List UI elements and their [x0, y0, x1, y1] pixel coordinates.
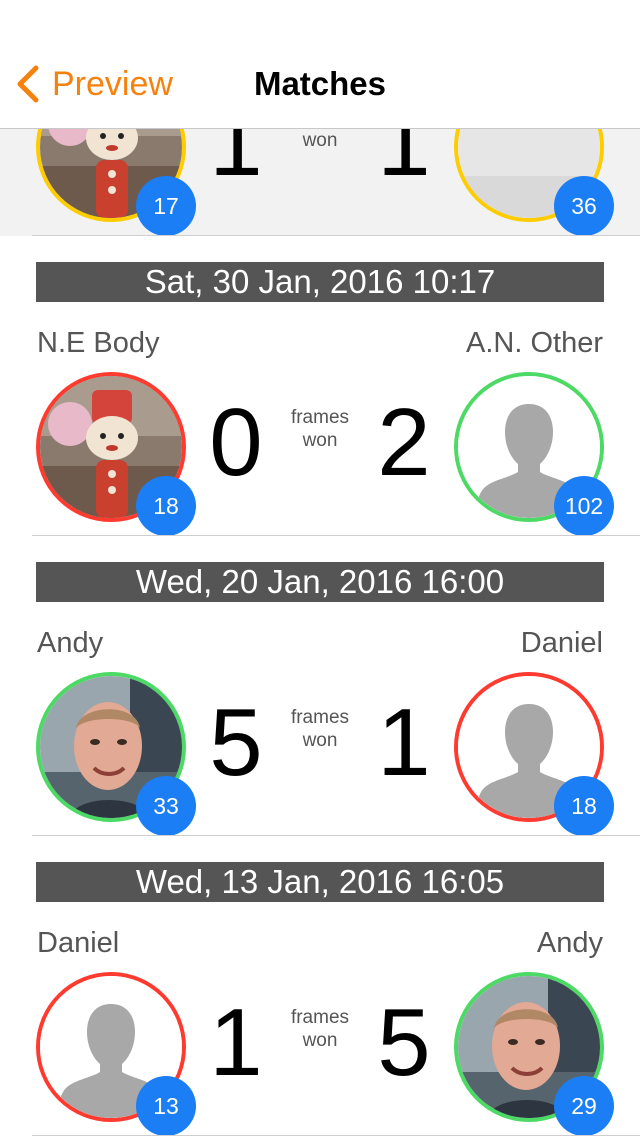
- left-player-score: 1: [209, 989, 263, 1096]
- match-row[interactable]: Wed, 20 Jan, 2016 16:00 Andy Daniel 33 5…: [0, 536, 640, 836]
- right-player-name: Andy: [536, 927, 603, 959]
- frames-won-label: frames won: [290, 1007, 350, 1051]
- match-date: Wed, 13 Jan, 2016 16:05: [36, 862, 604, 902]
- rating-badge: 29: [554, 1076, 614, 1136]
- left-player-avatar[interactable]: 33: [36, 672, 196, 836]
- left-player-name: Andy: [37, 627, 104, 659]
- matches-screen: 1 frames won 1 17 36 Sat, 30 Jan, 2016 1…: [0, 0, 640, 1136]
- match-date: Sat, 30 Jan, 2016 10:17: [36, 262, 604, 302]
- right-player-name: A.N. Other: [466, 327, 603, 359]
- rating-badge: 36: [554, 176, 614, 236]
- rating-badge: 102: [554, 476, 614, 536]
- left-player-avatar[interactable]: 13: [36, 972, 196, 1136]
- page-title: Matches: [253, 65, 387, 102]
- rating-badge: 13: [136, 1076, 196, 1136]
- match-row[interactable]: Sat, 30 Jan, 2016 10:17 N.E Body A.N. Ot…: [0, 236, 640, 536]
- left-player-score: 0: [209, 389, 263, 496]
- rating-badge: 17: [136, 176, 196, 236]
- right-player-score: 2: [377, 389, 431, 496]
- right-player-score: 5: [377, 989, 431, 1096]
- right-player-score: 1: [377, 689, 431, 796]
- match-row[interactable]: Wed, 13 Jan, 2016 16:05 Daniel Andy 13 1…: [0, 836, 640, 1136]
- left-player-name: Daniel: [37, 927, 120, 959]
- right-player-avatar[interactable]: 18: [454, 672, 614, 836]
- left-player-avatar[interactable]: 18: [36, 372, 196, 536]
- right-player-avatar[interactable]: 29: [454, 972, 614, 1136]
- matches-list[interactable]: 1 frames won 1 17 36 Sat, 30 Jan, 2016 1…: [0, 0, 640, 1136]
- left-player-score: 5: [209, 689, 263, 796]
- left-player-name: N.E Body: [37, 327, 160, 359]
- navigation-bar: Preview Matches: [0, 0, 640, 129]
- rating-badge: 18: [136, 476, 196, 536]
- match-date: Wed, 20 Jan, 2016 16:00: [36, 562, 604, 602]
- right-player-name: Daniel: [520, 627, 603, 659]
- frames-won-label: frames won: [290, 707, 350, 751]
- frames-won-label: frames won: [290, 407, 350, 451]
- rating-badge: 18: [554, 776, 614, 836]
- rating-badge: 33: [136, 776, 196, 836]
- right-player-avatar[interactable]: 102: [454, 372, 614, 536]
